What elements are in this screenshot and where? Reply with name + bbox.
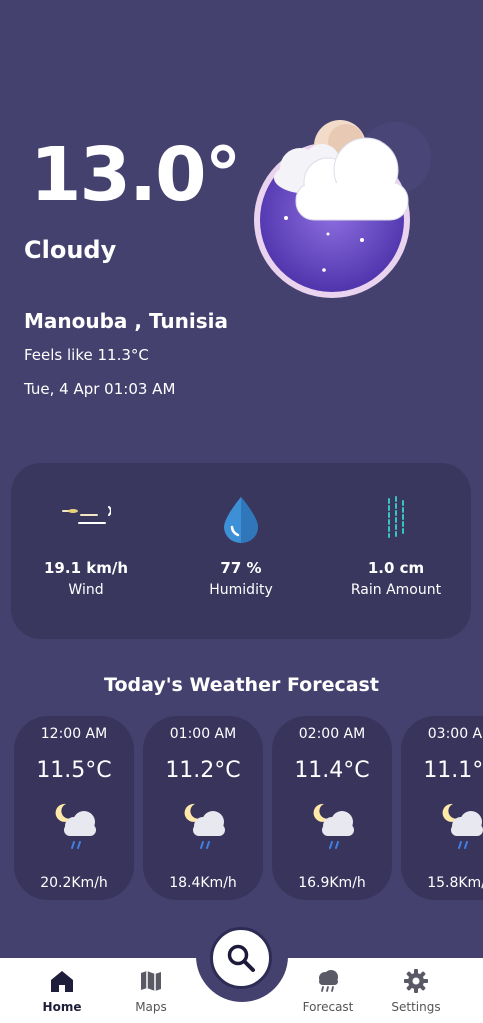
rain-label: Rain Amount — [350, 582, 442, 598]
weather-stats-panel: 19.1 km/h Wind 77 % Humidity 1.0 cm Rain… — [11, 463, 471, 639]
night-rain-icon — [55, 803, 96, 849]
current-datetime: Tue, 4 Apr 01:03 AM — [24, 380, 176, 398]
wind-icon — [62, 506, 111, 524]
forecast-card[interactable]: 12:00 AM 11.5°C 20.2Km/h — [14, 716, 134, 900]
current-condition: Cloudy — [24, 236, 117, 264]
home-icon — [51, 971, 73, 992]
wind-value: 19.1 km/h — [44, 559, 128, 577]
forecast-title: Today's Weather Forecast — [104, 674, 379, 696]
nav-home[interactable]: Home — [22, 968, 102, 1014]
search-button[interactable] — [210, 927, 272, 989]
nav-settings-label: Settings — [391, 1000, 441, 1014]
forecast-temp: 11.5°C — [36, 758, 112, 783]
nav-forecast-label: Forecast — [302, 1000, 354, 1014]
cloud-rain-icon — [319, 970, 338, 992]
forecast-card[interactable]: 02:00 AM 11.4°C 16.9Km/h — [272, 716, 392, 900]
forecast-card[interactable]: 01:00 AM 11.2°C 18.4Km/h — [143, 716, 263, 900]
rain-value: 1.0 cm — [367, 559, 425, 577]
forecast-temp: 11.2°C — [165, 758, 241, 783]
gear-icon — [404, 969, 428, 993]
night-rain-icon — [184, 803, 225, 849]
forecast-card[interactable]: 03:00 AM 11.1°C 15.8Km/h — [401, 716, 483, 900]
feels-like: Feels like 11.3°C — [24, 346, 149, 364]
forecast-wind: 20.2Km/h — [40, 875, 108, 891]
wind-label: Wind — [68, 582, 104, 598]
nav-maps-label: Maps — [135, 1000, 167, 1014]
night-rain-icon — [442, 803, 483, 849]
current-temperature: 13.0° — [30, 132, 242, 218]
wind-stat: 19.1 km/h Wind — [11, 463, 161, 639]
forecast-wind: 18.4Km/h — [169, 875, 237, 891]
map-icon — [141, 971, 161, 991]
nav-home-label: Home — [42, 1000, 82, 1014]
forecast-wind: 16.9Km/h — [298, 875, 366, 891]
forecast-time: 02:00 AM — [298, 726, 366, 742]
water-drop-icon — [224, 497, 258, 543]
humidity-value: 77 % — [220, 559, 262, 577]
humidity-stat: 77 % Humidity — [166, 463, 316, 639]
humidity-label: Humidity — [209, 582, 273, 598]
night-rain-icon — [313, 803, 354, 849]
forecast-time: 03:00 AM — [427, 726, 483, 742]
hourly-forecast-list[interactable]: 12:00 AM 11.5°C 20.2Km/h 01:00 AM 11.2°C… — [0, 716, 483, 902]
nav-settings[interactable]: Settings — [376, 968, 456, 1014]
search-icon — [227, 944, 255, 972]
forecast-wind: 15.8Km/h — [427, 875, 483, 891]
nav-maps[interactable]: Maps — [111, 968, 191, 1014]
forecast-temp: 11.1°C — [423, 758, 483, 783]
location-name: Manouba , Tunisia — [24, 309, 228, 333]
nav-forecast[interactable]: Forecast — [288, 968, 368, 1014]
rain-stat: 1.0 cm Rain Amount — [321, 463, 471, 639]
forecast-time: 12:00 AM — [40, 726, 108, 742]
cloudy-night-icon — [254, 120, 431, 298]
forecast-temp: 11.4°C — [294, 758, 370, 783]
forecast-time: 01:00 AM — [169, 726, 237, 742]
rain-icon — [388, 496, 404, 540]
